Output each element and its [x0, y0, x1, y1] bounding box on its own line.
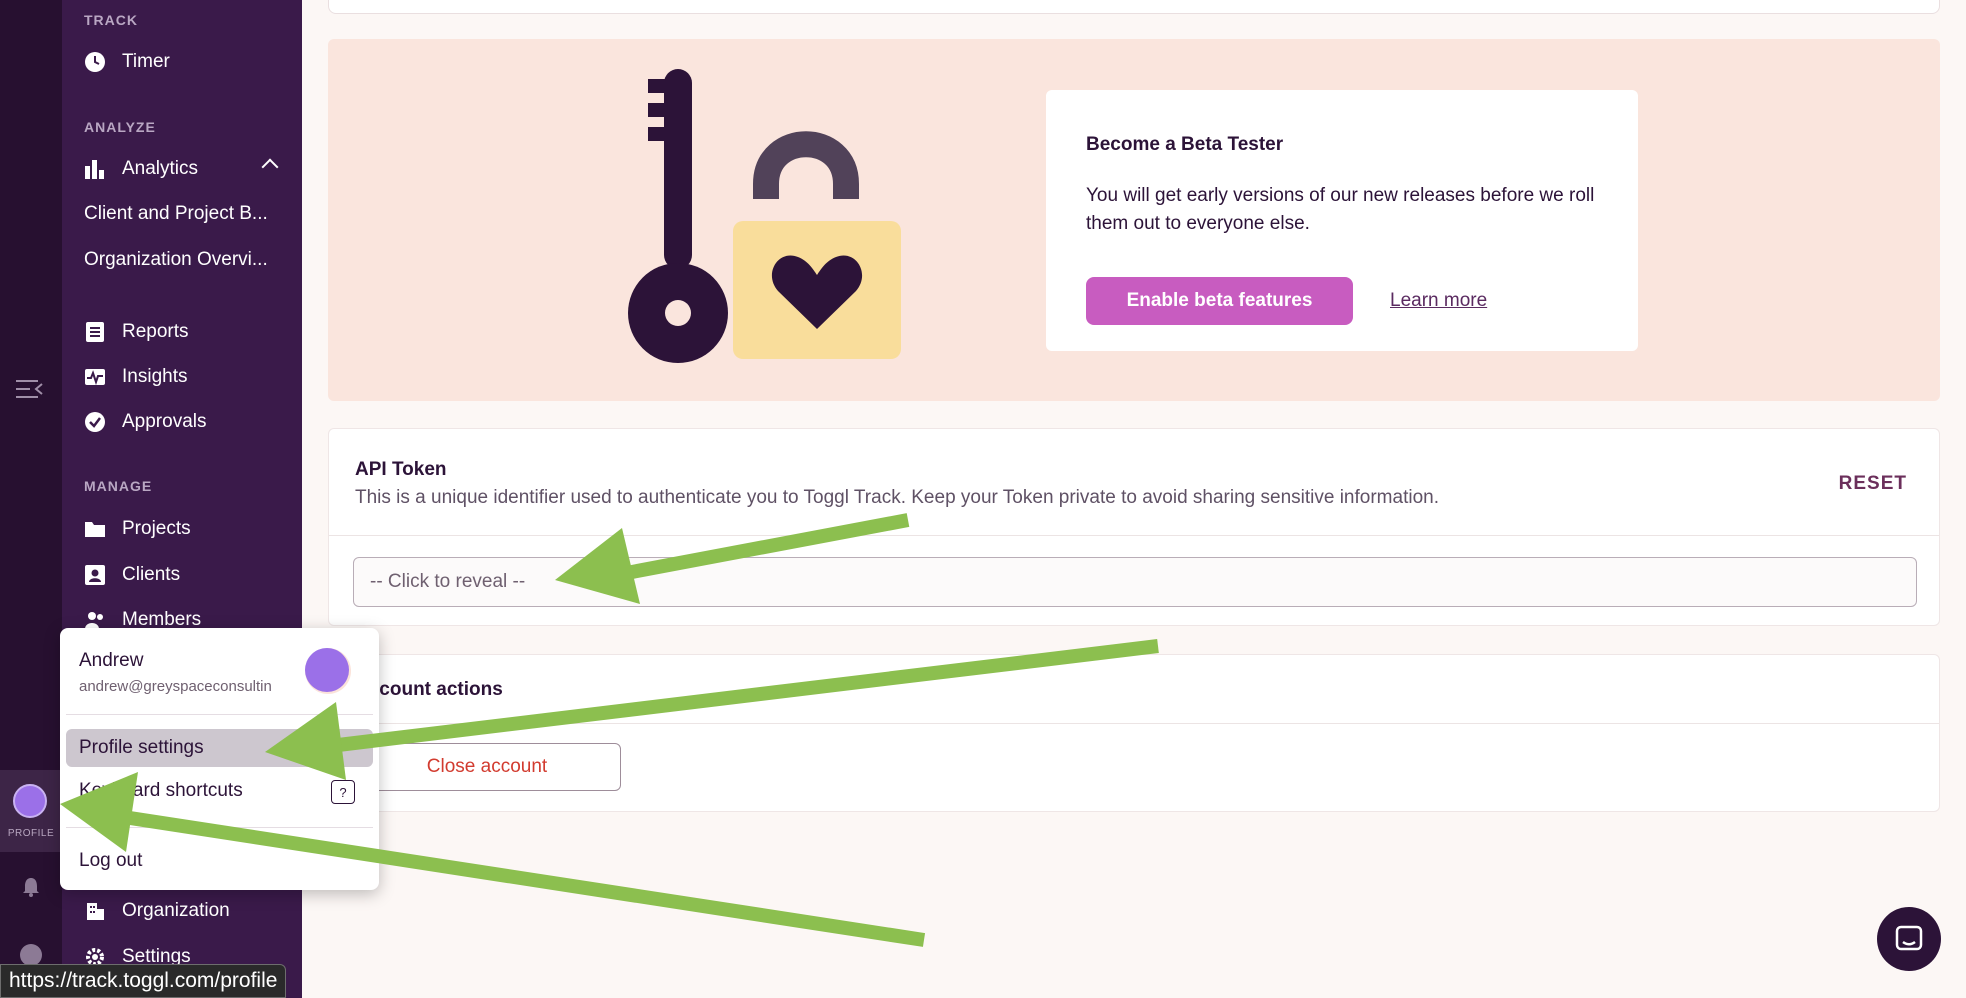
enable-beta-button[interactable]: Enable beta features	[1086, 277, 1353, 325]
beta-tester-banner: Become a Beta Tester You will get early …	[328, 39, 1940, 401]
sidebar-item-label: Insights	[122, 366, 188, 387]
divider	[329, 723, 1939, 724]
sidebar-item-label: Approvals	[122, 411, 207, 432]
sidebar-item-label: Projects	[122, 518, 191, 539]
sidebar-item-analytics[interactable]: Analytics	[62, 149, 302, 189]
divider	[66, 714, 373, 715]
menu-item-label: Keyboard shortcuts	[79, 780, 243, 801]
api-token-section: API Token This is a unique identifier us…	[328, 428, 1940, 626]
chat-button[interactable]	[1877, 907, 1941, 971]
sidebar-item-organization[interactable]: Organization	[62, 891, 302, 931]
clock-icon	[85, 52, 105, 72]
activity-icon	[85, 369, 105, 386]
sidebar-item-label: Timer	[122, 51, 170, 72]
avatar	[305, 648, 351, 694]
divider	[66, 827, 373, 828]
sidebar-item-label: Reports	[122, 321, 189, 342]
previous-section-card	[328, 0, 1940, 14]
collapse-sidebar-icon[interactable]	[14, 378, 44, 400]
sidebar-item-timer[interactable]: Timer	[62, 42, 302, 82]
chat-icon	[1895, 925, 1923, 951]
close-account-button[interactable]: Close account	[353, 743, 621, 791]
user-name: Andrew	[79, 650, 144, 671]
divider	[329, 535, 1939, 536]
help-icon[interactable]	[20, 944, 42, 966]
bar-chart-icon	[85, 160, 104, 179]
bell-icon[interactable]	[20, 876, 42, 898]
user-email: andrew@greyspaceconsultin	[79, 678, 272, 695]
reset-token-button[interactable]: RESET	[1839, 473, 1907, 495]
sidebar-subitem-org-overview[interactable]: Organization Overvi...	[84, 249, 294, 271]
keyboard-shortcuts-item[interactable]: Keyboard shortcuts ?	[66, 772, 373, 810]
profile-label: PROFILE	[7, 828, 55, 839]
sidebar-item-label: Organization	[122, 900, 230, 921]
sidebar-item-clients[interactable]: Clients	[62, 555, 302, 595]
left-rail: PROFILE	[0, 0, 62, 998]
section-track: TRACK	[84, 12, 138, 28]
document-icon	[86, 322, 104, 342]
sidebar-item-label: Analytics	[122, 158, 199, 179]
sidebar-item-approvals[interactable]: Approvals	[62, 402, 302, 442]
key-lock-illustration	[628, 69, 901, 363]
status-bar-url: https://track.toggl.com/profile	[0, 964, 287, 998]
folder-icon	[85, 522, 105, 537]
profile-settings-item[interactable]: Profile settings	[66, 729, 373, 767]
sidebar-item-projects[interactable]: Projects	[62, 509, 302, 549]
beta-card: Become a Beta Tester You will get early …	[1046, 90, 1638, 351]
api-token-title: API Token	[355, 459, 447, 480]
profile-dropdown: Andrew andrew@greyspaceconsultin Profile…	[60, 628, 379, 890]
building-icon	[87, 903, 104, 920]
api-token-field[interactable]: -- Click to reveal --	[353, 557, 1917, 607]
account-actions-section: Account actions Close account	[328, 654, 1940, 812]
beta-title: Become a Beta Tester	[1086, 134, 1284, 155]
menu-item-label: Log out	[79, 850, 143, 871]
shortcut-key-badge: ?	[331, 780, 355, 804]
chevron-up-icon[interactable]	[261, 158, 279, 176]
avatar	[13, 784, 47, 818]
section-manage: MANAGE	[84, 478, 153, 494]
api-token-description: This is a unique identifier used to auth…	[355, 487, 1439, 508]
sidebar-item-insights[interactable]: Insights	[62, 357, 302, 397]
logout-item[interactable]: Log out	[66, 842, 373, 880]
learn-more-link[interactable]: Learn more	[1390, 290, 1487, 312]
sidebar-item-label: Clients	[122, 564, 181, 585]
sidebar-item-reports[interactable]: Reports	[62, 312, 302, 352]
contact-card-icon	[85, 565, 105, 585]
check-circle-icon	[85, 412, 105, 432]
menu-item-label: Profile settings	[79, 737, 204, 758]
beta-description: You will get early versions of our new r…	[1086, 185, 1595, 234]
section-analyze: ANALYZE	[84, 119, 156, 135]
profile-button[interactable]: PROFILE	[0, 770, 62, 852]
sidebar-subitem-client-project[interactable]: Client and Project B...	[84, 203, 294, 225]
